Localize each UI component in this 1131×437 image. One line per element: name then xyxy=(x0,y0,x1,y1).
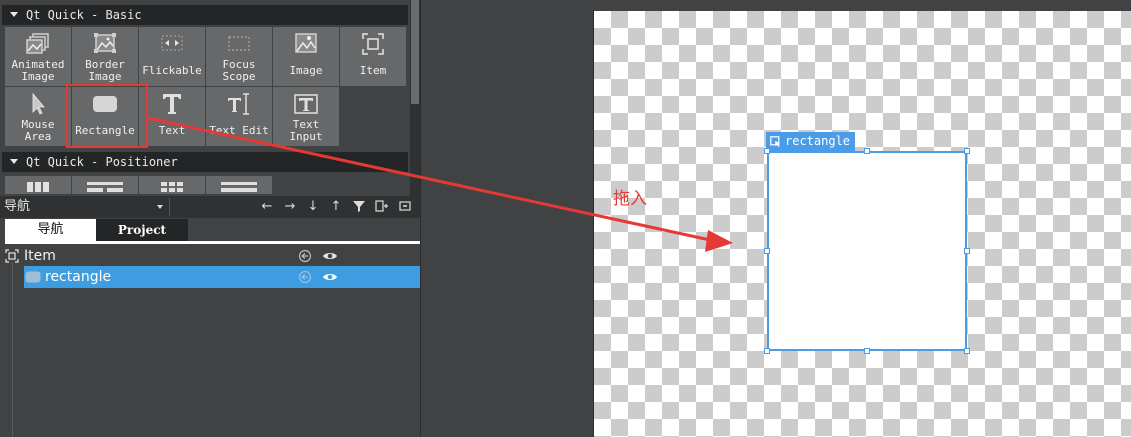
basic-items-grid: Animated Image Border Image Flickable Fo… xyxy=(5,27,406,146)
tab-project[interactable]: Project xyxy=(96,219,188,241)
library-item-label: Text xyxy=(158,124,186,137)
scrollbar-thumb[interactable] xyxy=(411,0,419,104)
tab-navigator[interactable]: 导航 xyxy=(5,219,96,241)
navigator-toolbar: 导航 ← → ↓ ↑ xyxy=(0,196,420,218)
library-item-image[interactable]: Image xyxy=(273,27,339,86)
library-item-focus-scope[interactable]: Focus Scope xyxy=(206,27,272,86)
resize-handle-bottom[interactable] xyxy=(864,348,870,354)
arrow-up-icon[interactable]: ↑ xyxy=(329,198,343,214)
library-item-rectangle[interactable]: Rectangle xyxy=(72,87,138,146)
image-icon xyxy=(293,31,319,57)
column-icon[interactable] xyxy=(5,176,71,194)
library-item-item[interactable]: Item xyxy=(340,27,406,86)
navigator-tools: ← → ↓ ↑ xyxy=(260,198,412,214)
focus-scope-icon xyxy=(226,31,252,57)
library-item-label: Border Image xyxy=(85,58,125,83)
mouse-pointer-icon xyxy=(25,91,51,117)
item-icon xyxy=(360,31,386,57)
item-icon xyxy=(5,249,19,263)
tab-underline xyxy=(5,241,420,244)
navigator-combo[interactable]: 导航 xyxy=(4,198,170,216)
collapse-arrow-icon[interactable] xyxy=(10,159,18,164)
library-item-text-input[interactable]: Text Input xyxy=(273,87,339,146)
library-item-label: Text Input xyxy=(289,118,323,143)
resize-handle-bottom-left[interactable] xyxy=(764,348,770,354)
library-item-label: Flickable xyxy=(142,64,202,77)
section-title-basic: Qt Quick - Basic xyxy=(26,8,142,22)
library-item-border-image[interactable]: Border Image xyxy=(72,27,138,86)
library-item-label: Rectangle xyxy=(75,124,135,137)
resize-handle-top[interactable] xyxy=(864,148,870,154)
visibility-eye-icon[interactable] xyxy=(322,249,338,263)
close-panel-icon[interactable] xyxy=(398,198,412,214)
library-item-label: Text Edit xyxy=(209,124,269,137)
library-item-label: Item xyxy=(359,64,387,77)
export-alias-icon[interactable] xyxy=(298,270,312,284)
tree-row-label: Item xyxy=(24,248,56,264)
filter-icon[interactable] xyxy=(352,198,366,214)
library-scrollbar[interactable] xyxy=(410,0,420,196)
tree-row-rectangle[interactable]: rectangle xyxy=(24,266,420,288)
text-input-icon xyxy=(293,91,319,117)
resize-handle-top-right[interactable] xyxy=(964,148,970,154)
positioner-items-strip xyxy=(5,176,272,194)
section-title-positioner: Qt Quick - Positioner xyxy=(26,155,178,169)
animated-image-icon xyxy=(25,31,51,57)
row-icon[interactable] xyxy=(206,176,272,194)
arrow-down-icon[interactable]: ↓ xyxy=(306,198,320,214)
selection-tag-icon xyxy=(770,136,780,147)
library-item-label: Image xyxy=(289,64,323,77)
border-image-icon xyxy=(92,31,118,57)
resize-handle-left[interactable] xyxy=(764,248,770,254)
resize-handle-top-left[interactable] xyxy=(764,148,770,154)
text-edit-icon xyxy=(226,91,252,117)
navigator-combo-label: 导航 xyxy=(4,199,31,214)
rectangle-icon xyxy=(25,271,41,283)
resize-handle-right[interactable] xyxy=(964,248,970,254)
library-item-label: Focus Scope xyxy=(222,58,256,83)
panel-splitter[interactable] xyxy=(420,0,421,437)
arrow-left-icon[interactable]: ← xyxy=(260,198,274,214)
grid-icon[interactable] xyxy=(139,176,205,194)
export-alias-icon[interactable] xyxy=(298,249,312,263)
left-panel: Qt Quick - Basic Animated Image Border I… xyxy=(0,0,420,437)
dropdown-caret-icon xyxy=(157,205,163,209)
library-item-label: Mouse Area xyxy=(21,118,55,143)
canvas-rectangle-item[interactable] xyxy=(767,151,967,351)
section-header-basic[interactable]: Qt Quick - Basic xyxy=(2,5,408,25)
tree-row-item[interactable]: Item xyxy=(0,245,420,267)
split-view-icon[interactable] xyxy=(375,198,389,214)
text-icon xyxy=(159,91,185,117)
navigator-tabs: 导航 Project xyxy=(5,219,188,241)
visibility-eye-icon[interactable] xyxy=(322,270,338,284)
selection-tag[interactable]: rectangle xyxy=(766,132,856,151)
library-item-label: Animated Image xyxy=(11,58,65,83)
flickable-icon xyxy=(159,31,185,57)
resize-handle-bottom-right[interactable] xyxy=(964,348,970,354)
tree-row-label: rectangle xyxy=(45,269,112,285)
collapse-arrow-icon[interactable] xyxy=(10,12,18,17)
library-item-flickable[interactable]: Flickable xyxy=(139,27,205,86)
rectangle-icon xyxy=(92,91,118,117)
library-item-mouse-area[interactable]: Mouse Area xyxy=(5,87,71,146)
selection-tag-label: rectangle xyxy=(785,134,851,148)
library-item-text[interactable]: Text xyxy=(139,87,205,146)
arrow-right-icon[interactable]: → xyxy=(283,198,297,214)
library-item-text-edit[interactable]: Text Edit xyxy=(206,87,272,146)
drag-annotation-label: 拖入 xyxy=(613,189,647,209)
section-header-positioner[interactable]: Qt Quick - Positioner xyxy=(2,152,408,172)
flow-icon[interactable] xyxy=(72,176,138,194)
library-item-animated-image[interactable]: Animated Image xyxy=(5,27,71,86)
tree-indent-line xyxy=(12,262,13,437)
